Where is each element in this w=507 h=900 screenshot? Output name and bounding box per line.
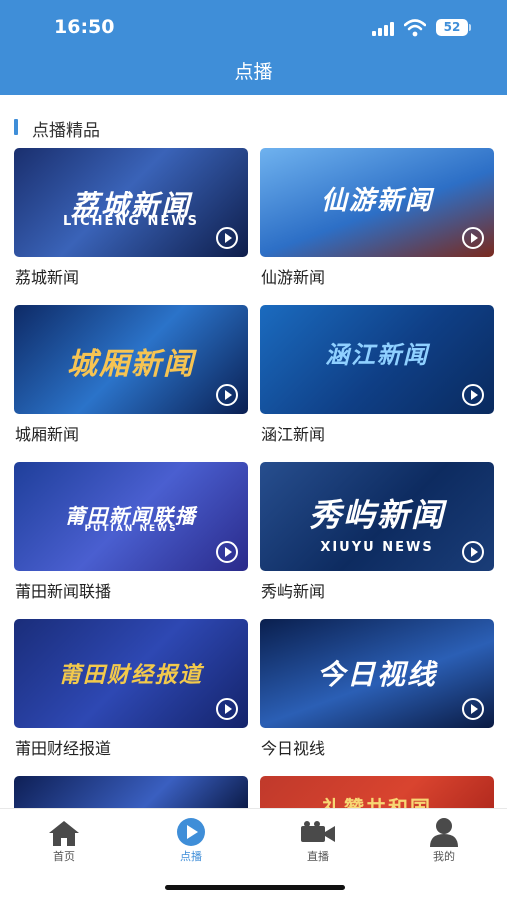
tab-wode[interactable]: 我的	[399, 817, 489, 867]
program-thumbnail[interactable]: 仙游新闻	[260, 148, 494, 257]
play-icon[interactable]	[216, 384, 238, 406]
program-thumbnail[interactable]: 城厢新闻	[14, 305, 248, 414]
program-card-xianyou[interactable]: 仙游新闻 仙游新闻	[260, 148, 494, 287]
program-title[interactable]: 城厢新闻	[15, 421, 79, 445]
play-icon[interactable]	[216, 227, 238, 249]
program-card-caijing[interactable]: 莆田财经报道 莆田财经报道	[14, 619, 248, 758]
signal-icon	[372, 22, 396, 36]
person-icon	[430, 818, 458, 847]
thumbnail-title: 今日视线	[316, 658, 437, 691]
program-card-putian-lianbo[interactable]: 莆田新闻联播 PUTIAN NEWS 莆田新闻联播	[14, 462, 248, 601]
tab-label: 我的	[433, 850, 455, 863]
section-title: 点播精品	[32, 121, 100, 141]
status-time: 16:50	[54, 16, 115, 38]
play-icon[interactable]	[216, 541, 238, 563]
page-title: 点播	[234, 61, 273, 83]
program-thumbnail[interactable]: 秀屿新闻 XIUYU NEWS	[260, 462, 494, 571]
tab-label: 直播	[307, 850, 329, 863]
program-thumbnail[interactable]: 今日视线	[260, 619, 494, 728]
thumbnail-title: 秀屿新闻	[308, 496, 445, 534]
program-title[interactable]: 莆田财经报道	[15, 735, 111, 759]
program-card-hanjiang[interactable]: 涵江新闻 涵江新闻	[260, 305, 494, 444]
program-card-jinri-shixian[interactable]: 今日视线 今日视线	[260, 619, 494, 758]
thumbnail-title: 城厢新闻	[67, 347, 195, 382]
thumbnail-title: 涵江新闻	[325, 341, 429, 369]
thumbnail-title: 莆田财经报道	[58, 663, 203, 688]
play-circle-icon	[177, 818, 205, 846]
battery-tip	[469, 24, 471, 31]
program-card-licheng[interactable]: 荔城新闻 LICHENG NEWS 荔城新闻	[14, 148, 248, 287]
tab-dianbo[interactable]: 点播	[146, 817, 236, 867]
play-icon[interactable]	[462, 698, 484, 720]
wifi-icon	[404, 19, 426, 37]
play-icon[interactable]	[462, 227, 484, 249]
program-card-partial-right[interactable]: 礼赞共和国	[260, 776, 494, 810]
top-bar: 16:50 52 点播	[0, 0, 507, 95]
program-card-partial-left[interactable]	[14, 776, 248, 810]
program-card-chengxiang[interactable]: 城厢新闻 城厢新闻	[14, 305, 248, 444]
status-bar: 16:50 52	[0, 0, 507, 52]
program-title[interactable]: 莆田新闻联播	[15, 578, 111, 602]
program-title[interactable]: 仙游新闻	[261, 264, 325, 288]
program-thumbnail[interactable]: 礼赞共和国	[260, 776, 494, 810]
play-icon[interactable]	[462, 541, 484, 563]
program-thumbnail[interactable]: 涵江新闻	[260, 305, 494, 414]
video-camera-icon	[301, 821, 335, 842]
program-title[interactable]: 涵江新闻	[261, 421, 325, 445]
thumbnail-title: 仙游新闻	[320, 186, 433, 216]
tab-label: 点播	[180, 850, 202, 863]
battery-icon: 52	[436, 19, 468, 36]
section-accent-bar	[14, 119, 18, 135]
program-thumbnail[interactable]	[14, 776, 248, 810]
program-thumbnail[interactable]: 荔城新闻 LICHENG NEWS	[14, 148, 248, 257]
thumbnail-subtitle: XIUYU NEWS	[320, 540, 434, 555]
thumbnail-subtitle: PUTIAN NEWS	[84, 524, 178, 534]
play-icon[interactable]	[216, 698, 238, 720]
tab-home[interactable]: 首页	[19, 817, 109, 867]
battery-level: 52	[443, 20, 461, 34]
program-title[interactable]: 秀屿新闻	[261, 578, 325, 602]
tab-label: 首页	[53, 850, 75, 863]
home-icon	[49, 821, 79, 846]
home-indicator	[165, 885, 345, 890]
play-icon[interactable]	[462, 384, 484, 406]
program-title[interactable]: 今日视线	[261, 735, 325, 759]
program-thumbnail[interactable]: 莆田新闻联播 PUTIAN NEWS	[14, 462, 248, 571]
program-title[interactable]: 荔城新闻	[15, 264, 79, 288]
thumbnail-subtitle: LICHENG NEWS	[63, 214, 199, 229]
tab-zhibo[interactable]: 直播	[273, 817, 363, 867]
program-card-xiuyu[interactable]: 秀屿新闻 XIUYU NEWS 秀屿新闻	[260, 462, 494, 601]
program-thumbnail[interactable]: 莆田财经报道	[14, 619, 248, 728]
